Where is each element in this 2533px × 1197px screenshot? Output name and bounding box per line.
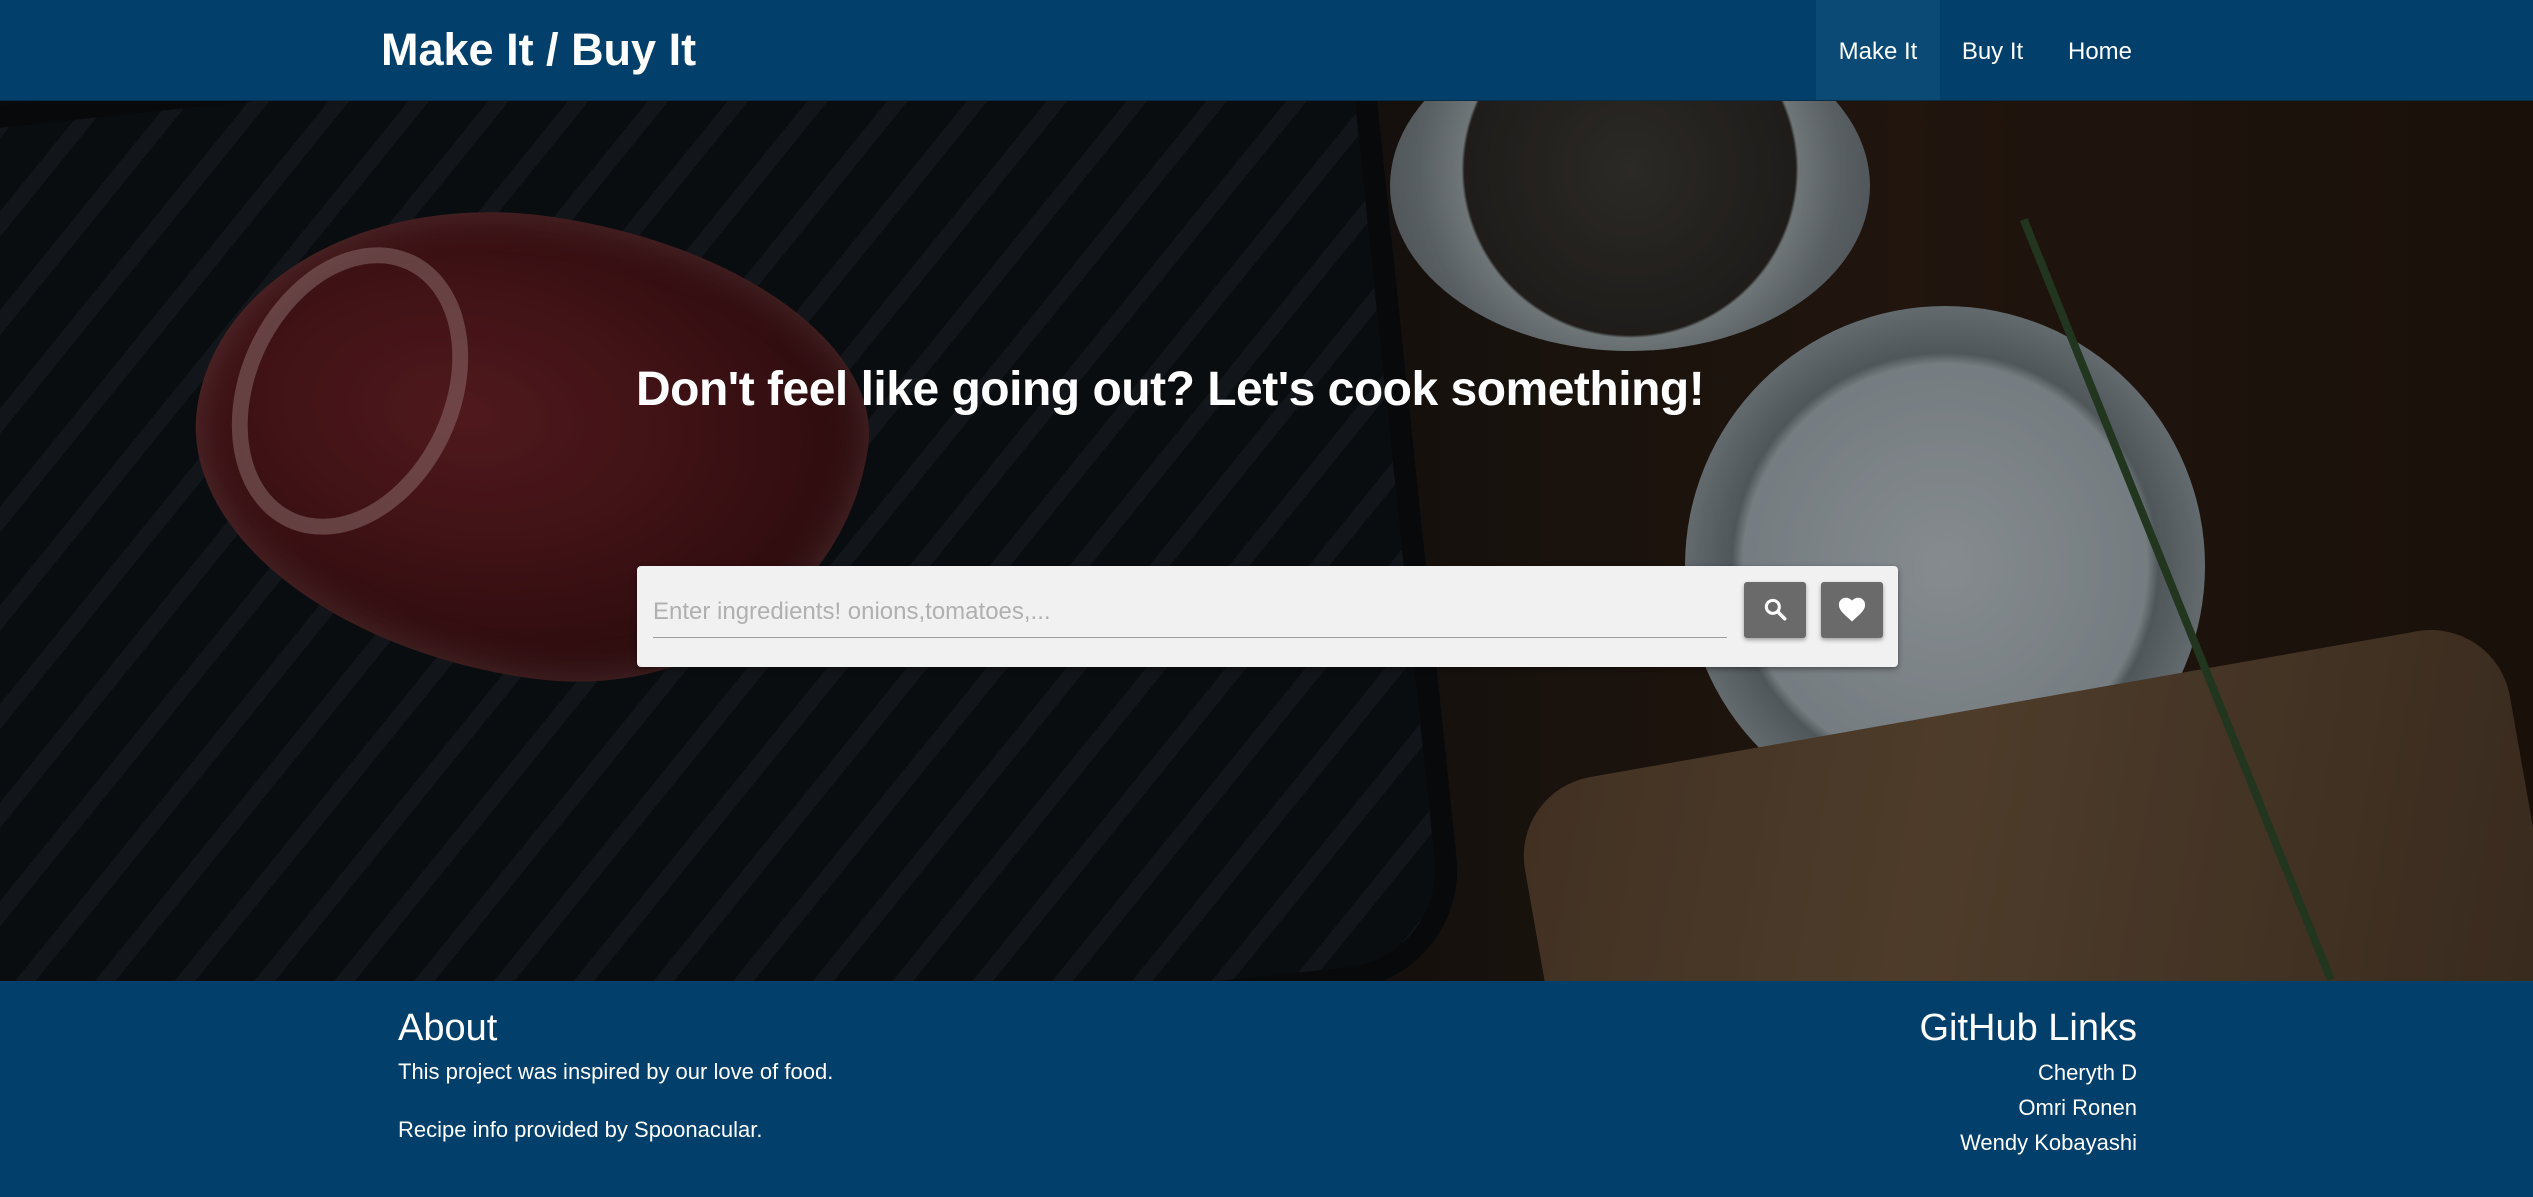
heart-icon	[1837, 595, 1867, 626]
github-links-heading: GitHub Links	[1919, 1007, 2137, 1049]
navbar: Make It / Buy It Make It Buy It Home	[0, 0, 2533, 101]
nav-link-home[interactable]: Home	[2045, 0, 2155, 100]
brand-logo[interactable]: Make It / Buy It	[381, 20, 696, 80]
hero-overlay	[0, 101, 2533, 981]
ingredients-search-input[interactable]	[653, 586, 1727, 638]
favorites-button[interactable]	[1821, 582, 1883, 638]
about-text-inspiration: This project was inspired by our love of…	[398, 1059, 834, 1084]
footer: About This project was inspired by our l…	[0, 981, 2533, 1197]
about-heading: About	[398, 1007, 498, 1049]
nav-link-buy-it[interactable]: Buy It	[1940, 0, 2045, 100]
search-icon	[1762, 596, 1788, 625]
hero-title: Don't feel like going out? Let's cook so…	[636, 363, 1705, 416]
github-link-cheryth-d[interactable]: Cheryth D	[1960, 1055, 2137, 1090]
hero-section	[0, 101, 2533, 981]
github-links-list: Cheryth D Omri Ronen Wendy Kobayashi	[1960, 1055, 2137, 1160]
about-text-credit: Recipe info provided by Spoonacular.	[398, 1117, 763, 1142]
github-link-omri-ronen[interactable]: Omri Ronen	[1960, 1090, 2137, 1125]
nav-link-make-it[interactable]: Make It	[1816, 0, 1940, 100]
search-card	[637, 566, 1898, 667]
github-link-wendy-kobayashi[interactable]: Wendy Kobayashi	[1960, 1125, 2137, 1160]
search-button[interactable]	[1744, 582, 1806, 638]
